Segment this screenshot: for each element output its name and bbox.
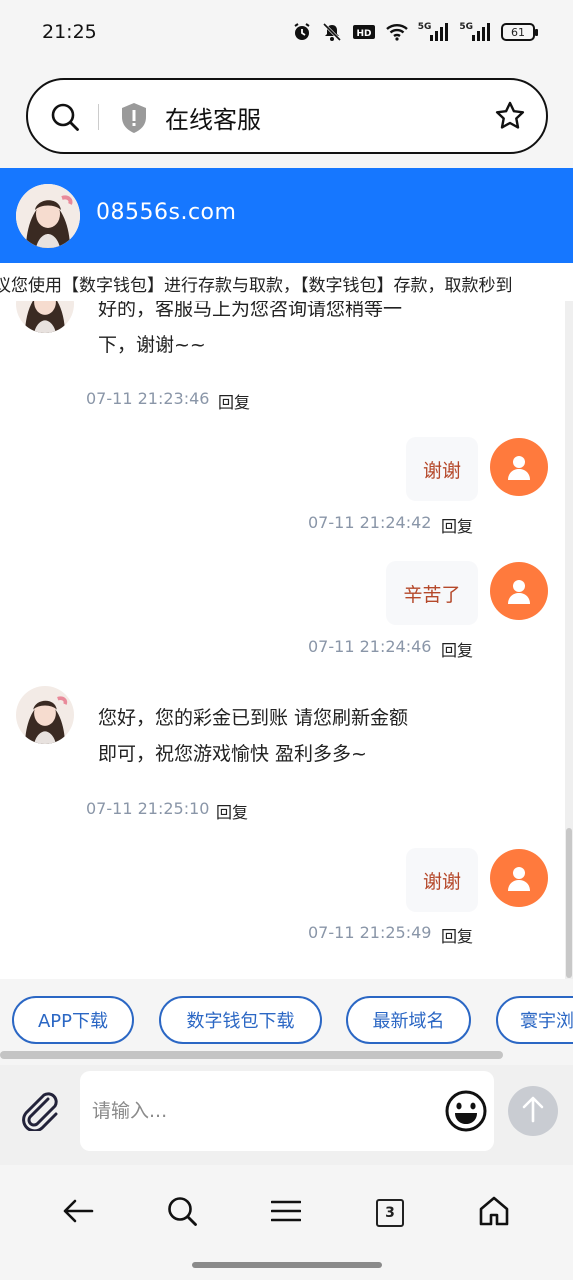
agent-message: 您好，您的彩金已到账 请您刷新金额 即可，祝您游戏愉快 盈利多多~: [86, 700, 476, 772]
nav-search-button[interactable]: [162, 1193, 202, 1233]
search-icon[interactable]: [50, 102, 80, 136]
message-time: 07-11 21:24:46: [308, 637, 432, 656]
agent-avatar: [16, 184, 80, 248]
svg-text:HD: HD: [356, 29, 371, 39]
user-avatar: [490, 562, 548, 620]
reply-button[interactable]: 回复: [216, 799, 248, 823]
quick-actions-scrollbar[interactable]: [0, 1051, 503, 1059]
send-button[interactable]: [508, 1086, 558, 1136]
message-time: 07-11 21:25:49: [308, 923, 432, 942]
notice-text: 议您使用【数字钱包】进行存款与取款，【数字钱包】存款，取款秒到: [0, 276, 513, 296]
site-header: 08556s.com: [0, 168, 573, 263]
reply-button[interactable]: 回复: [441, 637, 473, 661]
agent-avatar: [16, 301, 74, 333]
shield-icon[interactable]: [120, 102, 148, 138]
tabs-button[interactable]: 3: [370, 1193, 410, 1233]
signal-icon: 5G: [459, 22, 491, 42]
browser-button[interactable]: 寰宇浏: [496, 996, 573, 1044]
battery-icon: 61: [501, 23, 538, 41]
message-line: 即可，祝您游戏愉快 盈利多多~: [98, 743, 367, 765]
star-icon[interactable]: [494, 100, 526, 136]
signal-icon: 5G: [418, 22, 450, 42]
agent-message: 好的，客服马上为您咨询请您稍等一 下，谢谢~~: [86, 301, 476, 363]
app-download-button[interactable]: APP下载: [12, 996, 134, 1044]
message-time: 07-11 21:24:42: [308, 513, 432, 532]
network-label: 5G: [459, 22, 473, 32]
send-arrow-icon: [521, 1095, 545, 1127]
search-icon: [166, 1195, 198, 1231]
back-button[interactable]: [58, 1193, 98, 1233]
home-button[interactable]: [474, 1193, 514, 1233]
hd-icon: HD: [352, 22, 376, 42]
menu-icon: [270, 1199, 302, 1227]
address-bar[interactable]: 在线客服: [26, 78, 548, 154]
user-avatar: [490, 438, 548, 496]
reply-button[interactable]: 回复: [441, 513, 473, 537]
mute-icon: [322, 22, 342, 42]
user-message: 辛苦了: [386, 561, 478, 625]
chat-area[interactable]: 好的，客服马上为您咨询请您稍等一 下，谢谢~~ 07-11 21:23:46 回…: [0, 301, 573, 979]
status-icons: HD 5G 5G 61: [292, 22, 538, 42]
paperclip-icon[interactable]: [18, 1091, 62, 1135]
status-time: 21:25: [42, 21, 97, 43]
emoji-icon[interactable]: [444, 1089, 488, 1137]
user-message: 谢谢: [406, 848, 478, 912]
notice-marquee: 议您使用【数字钱包】进行存款与取款，【数字钱包】存款，取款秒到: [0, 263, 573, 301]
latest-domain-button[interactable]: 最新域名: [346, 996, 471, 1044]
message-time: 07-11 21:23:46: [86, 389, 210, 408]
wifi-icon: [385, 22, 408, 42]
menu-button[interactable]: [266, 1193, 306, 1233]
network-label: 5G: [417, 22, 432, 32]
home-indicator[interactable]: [192, 1262, 382, 1268]
agent-avatar: [16, 686, 74, 744]
message-line: 好的，客服马上为您咨询请您稍等一: [98, 301, 403, 320]
reply-button[interactable]: 回复: [218, 389, 250, 413]
reply-button[interactable]: 回复: [441, 923, 473, 947]
status-bar: 21:25 HD 5G 5G 61: [0, 0, 573, 64]
message-line: 您好，您的彩金已到账 请您刷新金额: [98, 707, 409, 729]
back-arrow-icon: [62, 1199, 94, 1227]
wallet-download-button[interactable]: 数字钱包下载: [159, 996, 322, 1044]
tabs-icon: 3: [376, 1199, 404, 1227]
message-input[interactable]: [92, 1095, 432, 1127]
message-input-bar: [0, 1065, 573, 1165]
site-domain: 08556s.com: [96, 200, 237, 225]
chat-scrollbar-thumb[interactable]: [566, 828, 572, 978]
message-input-box[interactable]: [80, 1071, 494, 1151]
home-icon: [478, 1195, 510, 1231]
user-avatar: [490, 849, 548, 907]
message-line: 下，谢谢~~: [98, 334, 206, 356]
alarm-icon: [292, 22, 312, 42]
message-time: 07-11 21:25:10: [86, 799, 210, 818]
user-message: 谢谢: [406, 437, 478, 501]
address-divider: [98, 104, 99, 130]
page-title[interactable]: 在线客服: [165, 100, 261, 135]
